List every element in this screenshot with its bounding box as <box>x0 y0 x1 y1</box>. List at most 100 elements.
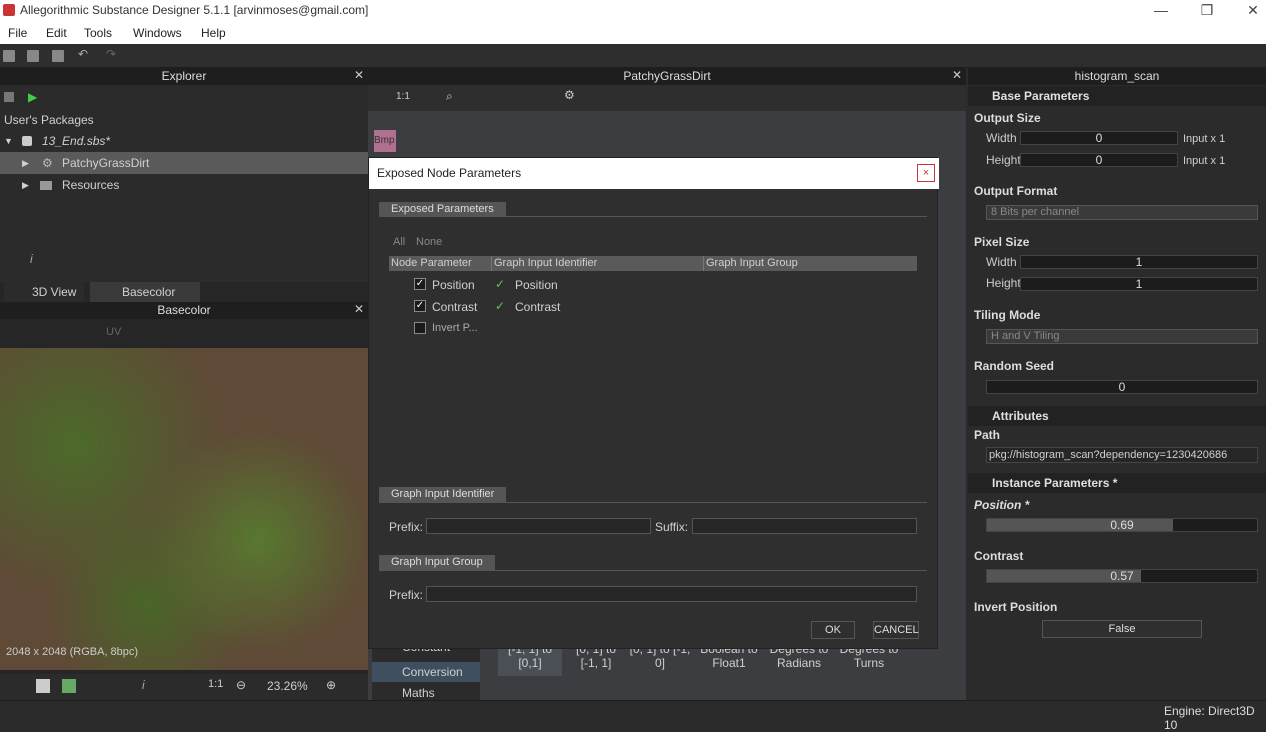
random-seed-slider[interactable]: 0 <box>986 380 1258 394</box>
image-info: 2048 x 2048 (RGBA, 8bpc) <box>6 646 139 658</box>
checkmark-icon: ✓ <box>495 299 506 313</box>
bitmap-node[interactable]: Bmp <box>374 130 396 152</box>
select-none-link[interactable]: None <box>416 236 442 248</box>
tree-item-package[interactable]: ▼ 13_End.sbs* <box>0 130 368 152</box>
collapse-icon[interactable]: ▶ <box>22 174 29 196</box>
tree-item-graph[interactable]: ▶ ⚙ PatchyGrassDirt <box>0 152 368 174</box>
app-icon <box>3 4 15 16</box>
dialog-close-button[interactable]: × <box>917 164 935 182</box>
contrast-checkbox[interactable]: ✓ <box>414 300 426 312</box>
minimize-icon[interactable]: — <box>1138 0 1184 22</box>
random-seed-label: Random Seed <box>974 359 1055 373</box>
menu-file[interactable]: File <box>8 26 27 40</box>
play-icon[interactable]: ▶ <box>28 90 37 104</box>
explorer-close-icon[interactable]: ✕ <box>354 68 364 82</box>
new-icon[interactable] <box>3 50 15 62</box>
select-all-link[interactable]: All <box>393 236 405 248</box>
uv-label[interactable]: UV <box>106 326 121 338</box>
instance-parameters-label: Instance Parameters * <box>992 476 1118 490</box>
position-checkbox[interactable]: ✓ <box>414 278 426 290</box>
menu-help[interactable]: Help <box>201 26 226 40</box>
tab-3d-view[interactable]: 3D View <box>4 282 84 302</box>
graph-zoom-ratio[interactable]: 1:1 <box>396 91 410 102</box>
info-icon[interactable]: i <box>30 252 33 266</box>
save-package-icon[interactable] <box>4 92 14 102</box>
magnifier-icon[interactable]: ⌕ <box>446 89 453 104</box>
tiling-mode-label: Tiling Mode <box>974 308 1041 322</box>
menu-windows[interactable]: Windows <box>133 26 182 40</box>
tile-1-line2: [0,1] <box>518 656 542 670</box>
library-item-conversion[interactable]: Conversion <box>372 662 480 682</box>
restore-icon[interactable]: ❐ <box>1184 0 1230 22</box>
zoom-value[interactable]: 23.26% <box>267 679 308 693</box>
table-row[interactable]: Invert P... <box>389 318 917 340</box>
contrast-value: 0.57 <box>1110 569 1134 583</box>
channels-icon[interactable] <box>62 679 76 693</box>
output-width-value: 0 <box>1095 131 1103 145</box>
row-identifier[interactable]: Contrast <box>515 300 560 314</box>
package-name: 13_End.sbs* <box>42 134 111 148</box>
tab-basecolor[interactable]: Basecolor <box>90 282 200 302</box>
alpha-icon[interactable] <box>36 679 50 693</box>
settings-icon[interactable]: ⚙ <box>564 88 575 102</box>
status-bar: Engine: Direct3D 10 <box>0 700 1266 732</box>
invert-position-checkbox[interactable] <box>414 322 426 334</box>
position-fill <box>987 519 1174 531</box>
graph-close-icon[interactable]: ✕ <box>952 68 962 82</box>
cancel-button[interactable]: CANCEL <box>873 621 919 639</box>
position-label: Position * <box>974 498 1030 512</box>
menu-tools[interactable]: Tools <box>84 26 112 40</box>
output-format-select[interactable]: 8 Bits per channel <box>986 205 1258 220</box>
contrast-label: Contrast <box>974 549 1024 563</box>
identifier-prefix-input[interactable] <box>426 518 651 534</box>
table-row[interactable]: ✓ Position ✓ Position <box>389 274 917 296</box>
group-section-tab: Graph Input Group <box>379 555 495 570</box>
redo-icon[interactable]: ↷ <box>106 47 118 61</box>
output-width-slider[interactable]: 0 <box>1020 131 1178 145</box>
invert-position-button[interactable]: False <box>1042 620 1202 638</box>
attributes-label: Attributes <box>992 409 1049 423</box>
save-icon[interactable] <box>52 50 64 62</box>
path-label: Path <box>974 428 1001 442</box>
undo-icon[interactable]: ↶ <box>78 47 90 61</box>
ok-button[interactable]: OK <box>811 621 855 639</box>
zoom-ratio[interactable]: 1:1 <box>208 678 223 690</box>
section-base-parameters[interactable]: Base Parameters <box>968 86 1266 106</box>
users-packages-label: User's Packages <box>4 113 94 127</box>
group-prefix-input[interactable] <box>426 586 917 602</box>
output-height-slider[interactable]: 0 <box>1020 153 1178 167</box>
info-icon[interactable]: i <box>142 678 145 692</box>
pixel-size-label: Pixel Size <box>974 235 1030 249</box>
tiling-mode-select[interactable]: H and V Tiling <box>986 329 1258 344</box>
zoom-out-icon[interactable]: ⊖ <box>236 678 246 692</box>
output-width-suffix[interactable]: Input x 1 <box>1183 133 1225 145</box>
graph-icon: ⚙ <box>42 156 53 170</box>
tile-3-line2: 0] <box>654 656 665 670</box>
basecolor-texture[interactable] <box>0 348 368 670</box>
zoom-in-icon[interactable]: ⊕ <box>326 678 336 692</box>
view2d-close-icon[interactable]: ✕ <box>354 302 364 316</box>
base-parameters-label: Base Parameters <box>992 89 1090 103</box>
library-item-maths[interactable]: Maths <box>402 686 435 700</box>
section-instance-parameters[interactable]: Instance Parameters * <box>968 473 1266 493</box>
pixel-height-slider[interactable]: 1 <box>1020 277 1258 291</box>
table-row[interactable]: ✓ Contrast ✓ Contrast <box>389 296 917 318</box>
section-attributes[interactable]: Attributes <box>968 406 1266 426</box>
position-slider[interactable]: 0.69 <box>986 518 1258 532</box>
row-identifier[interactable]: Position <box>515 278 558 292</box>
open-icon[interactable] <box>27 50 39 62</box>
package-icon <box>22 136 32 146</box>
output-height-suffix[interactable]: Input x 1 <box>1183 155 1225 167</box>
collapse-icon[interactable]: ▶ <box>22 152 29 174</box>
divider <box>379 502 927 503</box>
path-field[interactable]: pkg://histogram_scan?dependency=12304206… <box>986 447 1258 463</box>
pixel-width-slider[interactable]: 1 <box>1020 255 1258 269</box>
expand-icon[interactable]: ▼ <box>4 130 13 152</box>
menu-edit[interactable]: Edit <box>46 26 67 40</box>
dialog-title: Exposed Node Parameters <box>377 166 522 180</box>
close-window-icon[interactable]: ✕ <box>1230 0 1266 22</box>
contrast-slider[interactable]: 0.57 <box>986 569 1258 583</box>
tree-item-resources[interactable]: ▶ Resources <box>0 174 368 196</box>
identifier-suffix-input[interactable] <box>692 518 917 534</box>
main-toolbar: ↶ ↷ <box>0 44 1266 68</box>
